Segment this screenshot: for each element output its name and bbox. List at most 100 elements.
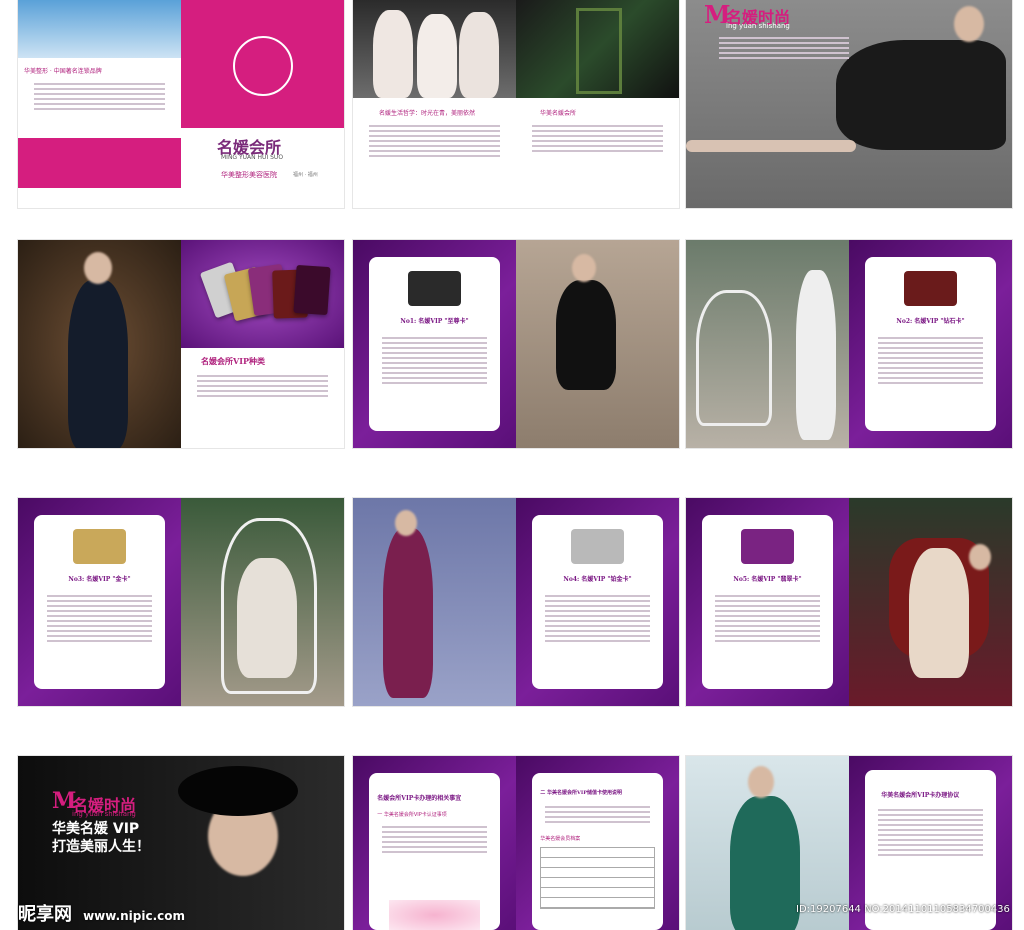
- vip-card-image: [904, 270, 957, 306]
- blurred-face: [969, 544, 991, 570]
- spread8-right-page: No4: 名媛VIP "铂金卡": [516, 498, 679, 706]
- agreement-title: 华美名媛会所VIP卡办理协议: [881, 791, 960, 799]
- lounging-woman-photo: [686, 0, 1012, 208]
- seated-woman-photo: [516, 240, 679, 448]
- spread-9: No5: 名媛VIP "翡翠卡": [686, 498, 1012, 706]
- watermark-site-logo: 昵享网: [18, 904, 72, 925]
- intro-text: [34, 80, 165, 113]
- table-title: 华美名媛会员档案: [540, 836, 581, 843]
- magenta-band: [18, 138, 181, 188]
- slogan-line-1: 华美名媛 VIP: [52, 821, 140, 837]
- spread-11: 名媛会所VIP卡办理的相关事宜 一 华美名媛会所VIP卡认证事项 二 华美名媛会…: [353, 756, 679, 930]
- watermark-id: ID:19207644 NO:20141101105834700436: [796, 904, 1010, 915]
- hospital-city: 福州 · 福州: [293, 172, 318, 178]
- spread-3: M 名媛时尚 ing yuan shishang: [686, 0, 1012, 208]
- right-info-panel: 二 华美名媛会所VIP储值卡使用说明 华美名媛会员档案: [532, 773, 663, 930]
- card-title: No1: 名媛VIP "至尊卡": [400, 318, 469, 326]
- agreement-text: [878, 806, 983, 859]
- spread-4: 名媛会所VIP种类: [18, 240, 344, 448]
- vip-card-thumbnail: [293, 264, 331, 316]
- vip-card-image: [571, 528, 624, 564]
- logo-circle-icon: [233, 36, 293, 96]
- left-heading: 华美整形 · 中国著名连锁品牌: [24, 68, 102, 75]
- left-subtitle: 一 华美名媛会所VIP卡认证事项: [377, 812, 447, 819]
- wicker-chair-photo: [686, 240, 849, 448]
- vip-card-image: [73, 528, 126, 564]
- card-title: No4: 名媛VIP "铂金卡": [563, 576, 632, 584]
- spread2-right-page: 华美名媛会所: [516, 0, 679, 208]
- spread7-left-page: No3: 名媛VIP "金卡": [18, 498, 181, 706]
- card-info-panel: No5: 名媛VIP "翡翠卡": [702, 514, 833, 690]
- standing-woman-photo: [353, 498, 516, 706]
- legs: [686, 140, 856, 152]
- blurred-face: [84, 252, 112, 284]
- right-text: [545, 803, 650, 826]
- vip-types-text: [197, 372, 328, 400]
- spread4-right-page: 名媛会所VIP种类: [181, 240, 344, 448]
- vip-cards-showcase: [181, 240, 344, 348]
- slogan-line-2: 打造美丽人生！: [52, 839, 150, 855]
- dark-dress-photo: [18, 240, 181, 448]
- spread1-right-page: [181, 0, 344, 128]
- left-text: [382, 823, 487, 856]
- spread5-left-page: No1: 名媛VIP "至尊卡": [353, 240, 516, 448]
- spread11-right-page: 二 华美名媛会所VIP储值卡使用说明 华美名媛会员档案: [516, 756, 679, 930]
- fur-coat: [836, 40, 1006, 150]
- blurred-face: [395, 510, 417, 536]
- hair: [178, 766, 298, 816]
- mirror-frame: [576, 8, 622, 94]
- right-text: [532, 122, 663, 155]
- women-photo: [353, 0, 516, 98]
- right-title: 华美名媛会所: [540, 110, 577, 117]
- watermark-logo: 昵享网 www.nipic.com: [18, 900, 258, 928]
- spread-8: No4: 名媛VIP "铂金卡": [353, 498, 679, 706]
- wicker-chair: [696, 290, 772, 426]
- title-pinyin: ing yuan shishang: [72, 810, 136, 818]
- left-text: [369, 122, 500, 160]
- card-title: No2: 名媛VIP "钻石卡": [896, 318, 965, 326]
- wicker-chair-woman-photo: [181, 498, 344, 706]
- spread-6: No2: 名媛VIP "钻石卡": [686, 240, 1012, 448]
- logo-pinyin: MING YUAN HUI SUO: [221, 154, 284, 161]
- spread-7: No3: 名媛VIP "金卡": [18, 498, 344, 706]
- title-text: [718, 34, 849, 62]
- red-chair-woman-photo: [849, 498, 1012, 706]
- card-details: [382, 334, 487, 387]
- spread-2: 名媛生活哲学：时光在青，美丽依然 华美名媛会所: [353, 0, 679, 208]
- card-info-panel: No1: 名媛VIP "至尊卡": [369, 256, 500, 432]
- spread2-left-page: 名媛生活哲学：时光在青，美丽依然: [353, 0, 516, 208]
- blurred-face: [572, 254, 596, 282]
- card-details: [545, 592, 650, 645]
- card-info-panel: No3: 名媛VIP "金卡": [34, 514, 165, 690]
- card-info-panel: No2: 名媛VIP "钻石卡": [865, 256, 996, 432]
- card-stack: [181, 240, 344, 348]
- card-details: [878, 334, 983, 387]
- vip-card-image: [741, 528, 794, 564]
- member-table: [540, 847, 655, 910]
- vip-types-title: 名媛会所VIP种类: [201, 356, 265, 366]
- spread-1: 华美整形 · 中国著名连锁品牌 名媛会所 MING YUAN HUI SUO 华…: [18, 0, 344, 208]
- building-photo: [18, 0, 181, 58]
- card-title: No5: 名媛VIP "翡翠卡": [733, 576, 802, 584]
- card-details: [715, 592, 820, 645]
- card-info-panel: No4: 名媛VIP "铂金卡": [532, 514, 663, 690]
- blurred-face: [954, 6, 984, 42]
- title-pinyin: ing yuan shishang: [726, 22, 790, 30]
- vip-card-image: [408, 270, 461, 306]
- card-title: No3: 名媛VIP "金卡": [68, 576, 131, 584]
- spread11-left-page: 名媛会所VIP卡办理的相关事宜 一 华美名媛会所VIP卡认证事项: [353, 756, 516, 930]
- left-info-panel: 名媛会所VIP卡办理的相关事宜 一 华美名媛会所VIP卡认证事项: [369, 773, 500, 930]
- petals-image: [389, 900, 480, 930]
- spread9-left-page: No5: 名媛VIP "翡翠卡": [686, 498, 849, 706]
- card-details: [47, 592, 152, 645]
- interior-photo: [516, 0, 679, 98]
- spread1-left-page: 华美整形 · 中国著名连锁品牌: [18, 0, 181, 208]
- left-title: 名媛生活哲学：时光在青，美丽依然: [379, 110, 476, 117]
- blurred-face: [748, 766, 774, 798]
- right-title: 二 华美名媛会所VIP储值卡使用说明: [540, 790, 623, 797]
- spread-5: No1: 名媛VIP "至尊卡": [353, 240, 679, 448]
- watermark-url: www.nipic.com: [83, 909, 186, 923]
- hospital-name: 华美整形美容医院: [221, 171, 277, 179]
- spread6-right-page: No2: 名媛VIP "钻石卡": [849, 240, 1012, 448]
- left-title: 名媛会所VIP卡办理的相关事宜: [377, 795, 462, 803]
